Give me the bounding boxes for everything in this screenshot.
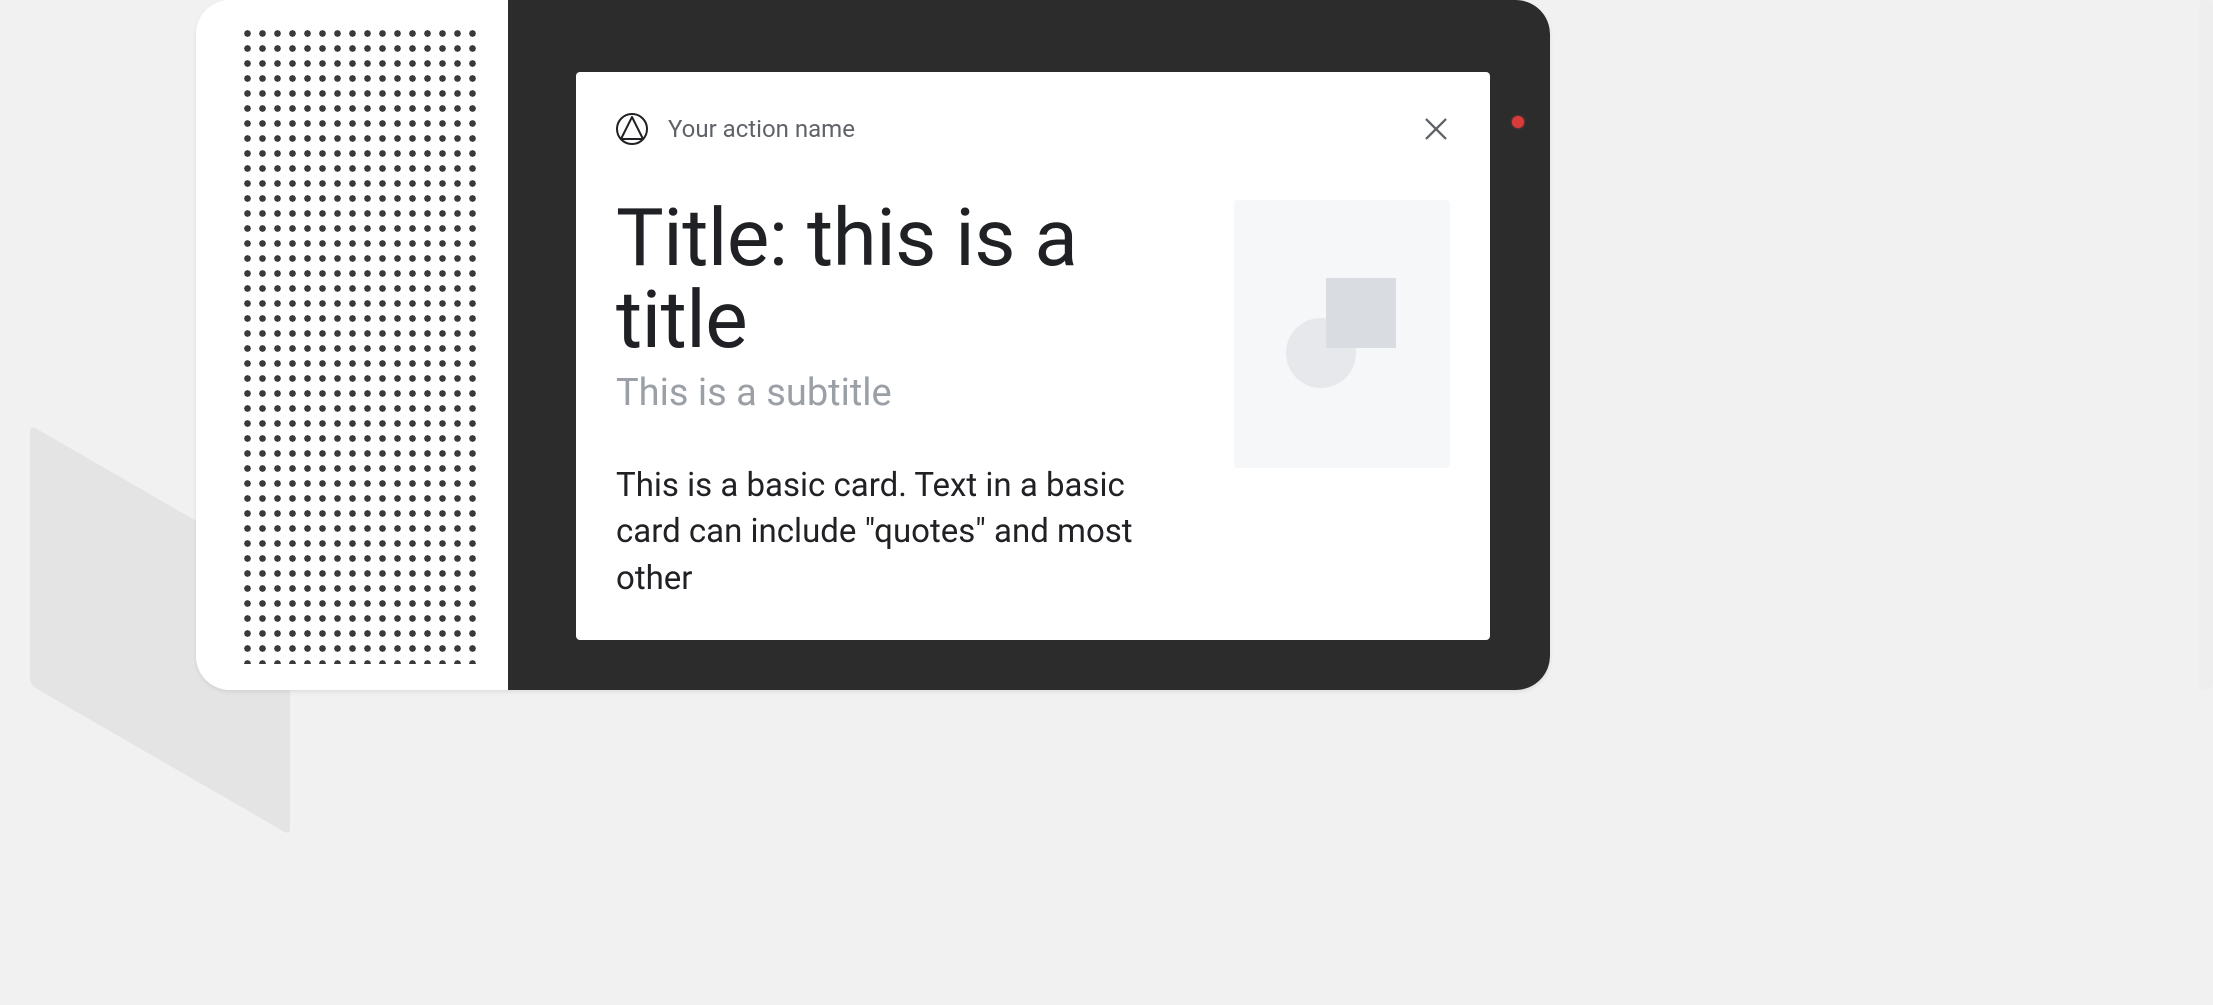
basic-card: Your action name Title: this is a title …: [576, 72, 1490, 640]
card-title: Title: this is a title: [616, 198, 1174, 361]
image-placeholder-icon: [1234, 200, 1450, 468]
material-logo-icon: [616, 113, 648, 145]
device-screen: Your action name Title: this is a title …: [508, 0, 1550, 690]
page-scrollbar[interactable]: [2199, 0, 2213, 690]
action-name-label: Your action name: [668, 115, 1402, 143]
close-button[interactable]: [1422, 115, 1450, 143]
status-led-icon: [1512, 116, 1524, 128]
speaker-grille: [196, 0, 508, 690]
card-text-block: Title: this is a title This is a subtitl…: [616, 198, 1174, 602]
card-header: Your action name: [576, 72, 1490, 158]
smart-display-device: Your action name Title: this is a title …: [196, 0, 1550, 690]
card-body-text: This is a basic card. Text in a basic ca…: [616, 463, 1136, 602]
card-body: Title: this is a title This is a subtitl…: [576, 158, 1490, 602]
card-subtitle: This is a subtitle: [616, 371, 1174, 415]
speaker-dots: [240, 26, 482, 664]
